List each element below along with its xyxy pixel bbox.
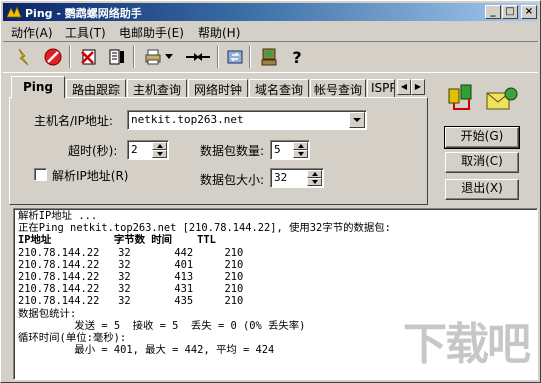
start-button[interactable]: 开始(G) — [444, 126, 520, 149]
output-line: 210.78.144.22 32 435 210 — [18, 295, 244, 308]
menu-action[interactable]: 动作(A) — [7, 23, 57, 42]
timeout-spin-buttons[interactable] — [152, 142, 167, 158]
menu-bar: 动作(A) 工具(T) 电邮助手(E) 帮助(H) — [3, 22, 538, 40]
spin-down-icon[interactable] — [293, 150, 308, 158]
packet-count-stepper[interactable]: 5 — [270, 140, 310, 160]
toolbar-separator — [133, 46, 135, 68]
output-line: 210.78.144.22 32 401 210 — [18, 258, 244, 271]
tab-network-clock[interactable]: 网络时钟 — [188, 79, 248, 97]
host-value: netkit.top263.net — [131, 113, 244, 126]
cancel-button[interactable]: 取消(C) — [445, 152, 519, 173]
toolbar-separator — [69, 46, 71, 68]
spin-down-icon[interactable] — [307, 178, 322, 186]
delete-list-icon[interactable] — [77, 45, 101, 69]
resolve-ip-label[interactable]: 解析IP地址(R) — [52, 167, 128, 184]
host-label: 主机名/IP地址: — [34, 114, 113, 128]
output-line: 210.78.144.22 32 442 210 — [18, 246, 244, 259]
dropdown-arrow-icon[interactable] — [163, 45, 175, 69]
output-line: 210.78.144.22 32 413 210 — [18, 270, 244, 283]
app-logo-icon — [6, 5, 22, 19]
timeout-stepper[interactable]: 2 — [127, 140, 169, 160]
close-button[interactable]: × — [521, 5, 537, 19]
stop-icon[interactable] — [41, 45, 65, 69]
watermark-logo: 下载吧 — [403, 319, 531, 370]
lightning-icon[interactable] — [11, 45, 35, 69]
menu-tools[interactable]: 工具(T) — [61, 23, 110, 42]
packet-count-spin-buttons[interactable] — [293, 142, 308, 158]
output-line: 解析IP地址 ... — [18, 210, 98, 222]
chevron-down-icon — [353, 117, 361, 122]
tab-scroll-right-button[interactable]: ▶ — [411, 79, 425, 95]
title-bar[interactable]: Ping - 鹦鹉螺网络助手 _ □ × — [3, 3, 538, 21]
spin-up-icon[interactable] — [307, 170, 322, 178]
print-icon[interactable] — [141, 45, 165, 69]
packet-size-stepper[interactable]: 32 — [270, 168, 324, 188]
menu-email-helper[interactable]: 电邮助手(E) — [115, 23, 188, 42]
network-computers-icon — [447, 83, 477, 113]
ping-panel: 主机名/IP地址: netkit.top263.net 超时(秒): 2 数据包… — [9, 97, 428, 205]
tab-account-lookup[interactable]: 帐号查询 — [310, 79, 366, 97]
tab-host-lookup[interactable]: 主机查询 — [127, 79, 187, 97]
output-line: 210.78.144.22 32 431 210 — [18, 283, 244, 296]
toolbar-separator — [217, 46, 219, 68]
spin-up-icon[interactable] — [293, 142, 308, 150]
window-title: Ping - 鹦鹉螺网络助手 — [25, 7, 142, 20]
packet-count-value: 5 — [274, 143, 281, 156]
refresh-icon[interactable] — [223, 45, 247, 69]
tab-route-trace[interactable]: 路由跟踪 — [66, 79, 126, 97]
output-header-line: IP地址 字节数 时间 TTL — [18, 234, 216, 247]
packet-size-label: 数据包大小: — [200, 173, 265, 187]
spin-down-icon[interactable] — [152, 150, 167, 158]
minimize-button[interactable]: _ — [485, 5, 501, 19]
timeout-label: 超时(秒): — [68, 144, 118, 158]
exit-button[interactable]: 退出(X) — [445, 179, 519, 200]
output-line: 正在Ping netkit.top263.net [210.78.144.22]… — [18, 222, 391, 235]
save-list-icon[interactable] — [105, 45, 129, 69]
email-envelope-icon — [485, 85, 519, 113]
timeout-value: 2 — [131, 143, 138, 156]
packet-size-spin-buttons[interactable] — [307, 170, 322, 186]
tab-domain-lookup[interactable]: 域名查询 — [249, 79, 309, 97]
resolve-ip-checkbox[interactable] — [34, 168, 47, 181]
help-icon[interactable]: ? — [285, 45, 309, 69]
connect-icon[interactable] — [183, 45, 213, 69]
spin-up-icon[interactable] — [152, 142, 167, 150]
tab-ping[interactable]: Ping — [11, 76, 65, 98]
tab-scroll-left-button[interactable]: ◀ — [397, 79, 411, 95]
toolbar-separator — [249, 46, 251, 68]
network-icon[interactable] — [257, 45, 281, 69]
toolbar: ? — [3, 41, 538, 73]
tab-ispp[interactable]: ISPP — [367, 79, 395, 97]
maximize-button[interactable]: □ — [502, 5, 518, 19]
menu-help[interactable]: 帮助(H) — [194, 23, 244, 42]
host-dropdown-button[interactable] — [349, 112, 365, 128]
packet-size-value: 32 — [274, 171, 288, 184]
app-window: Ping - 鹦鹉螺网络助手 _ □ × 动作(A) 工具(T) 电邮助手(E)… — [0, 0, 541, 383]
output-line: 数据包统计: — [18, 307, 77, 320]
host-input[interactable]: netkit.top263.net — [127, 110, 367, 130]
packet-count-label: 数据包数量: — [200, 144, 265, 158]
